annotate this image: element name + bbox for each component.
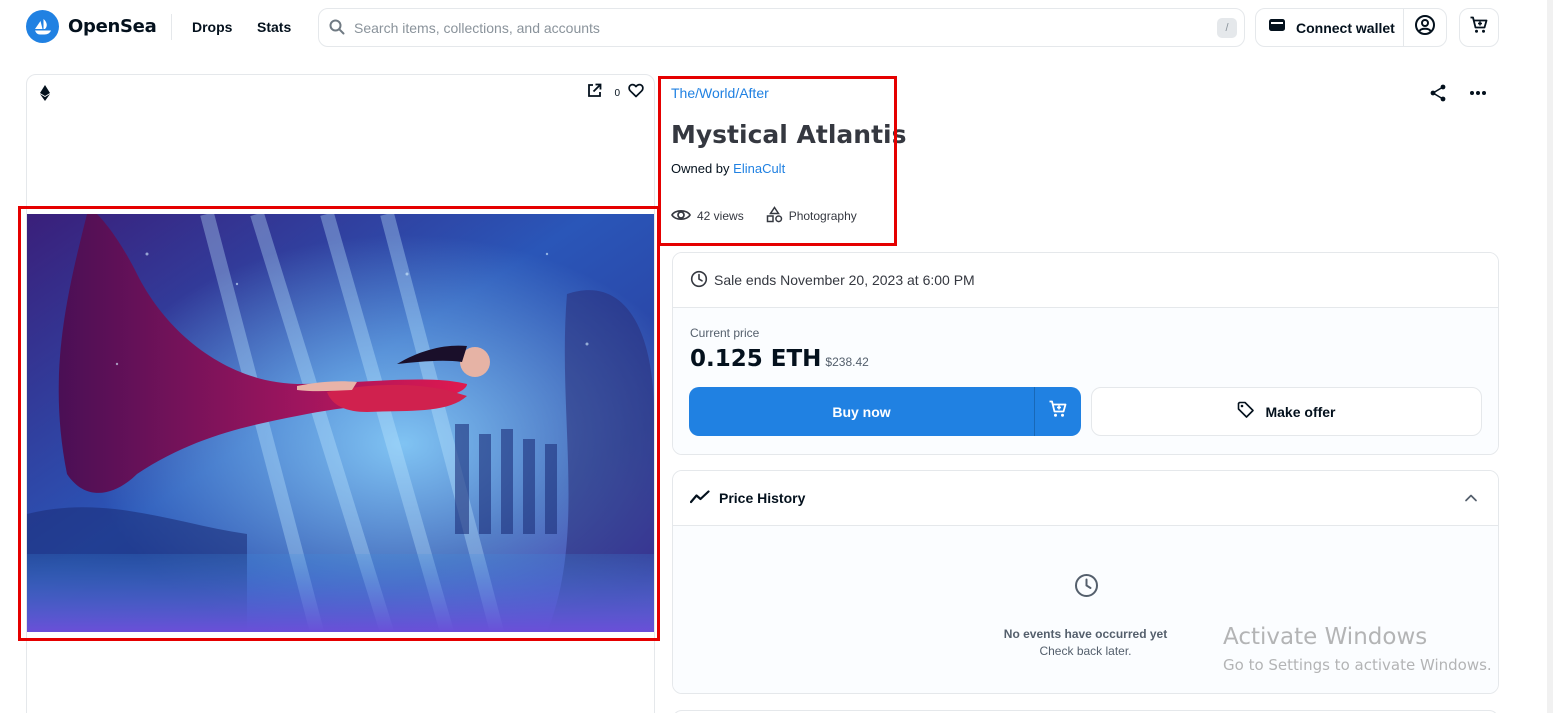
opensea-logo[interactable]: OpenSea bbox=[26, 10, 157, 43]
sale-end-text: Sale ends November 20, 2023 at 6:00 PM bbox=[714, 272, 975, 288]
price-history-header[interactable]: Price History bbox=[673, 471, 1498, 526]
favorites-count: 0 bbox=[614, 87, 620, 99]
shopping-cart-icon bbox=[1469, 15, 1489, 40]
tag-icon bbox=[1237, 401, 1255, 422]
make-offer-button[interactable]: Make offer bbox=[1091, 387, 1482, 436]
connect-wallet-button[interactable]: Connect wallet bbox=[1256, 9, 1404, 46]
price-usd: $238.42 bbox=[825, 355, 869, 369]
price-history-title: Price History bbox=[719, 490, 806, 506]
highlight-info-box bbox=[658, 76, 897, 246]
top-header: OpenSea Drops Stats / Connect wallet bbox=[0, 0, 1553, 56]
wallet-icon bbox=[1268, 17, 1286, 38]
search-icon bbox=[328, 18, 346, 41]
sale-end-row: Sale ends November 20, 2023 at 6:00 PM bbox=[673, 253, 1498, 308]
clock-icon bbox=[690, 270, 708, 291]
nav-stats[interactable]: Stats bbox=[257, 19, 291, 35]
page-scrollbar[interactable] bbox=[1547, 0, 1553, 713]
price-eth: 0.125 ETH bbox=[690, 346, 822, 372]
trend-line-icon bbox=[689, 489, 710, 507]
account-icon bbox=[1414, 14, 1436, 41]
cart-button[interactable] bbox=[1459, 8, 1499, 47]
price-row: 0.125 ETH $238.42 bbox=[690, 346, 869, 372]
watermark-subtitle: Go to Settings to activate Windows. bbox=[1223, 656, 1492, 674]
watermark-title: Activate Windows bbox=[1223, 624, 1428, 650]
chevron-up-icon[interactable] bbox=[1464, 491, 1478, 508]
buy-now-button[interactable]: Buy now bbox=[689, 387, 1034, 436]
nav-divider bbox=[171, 14, 172, 40]
search-input[interactable] bbox=[354, 9, 1204, 46]
sale-card: Sale ends November 20, 2023 at 6:00 PM C… bbox=[672, 252, 1499, 455]
opensea-logo-icon bbox=[26, 10, 59, 43]
add-to-cart-icon bbox=[1048, 399, 1068, 424]
buy-now-label: Buy now bbox=[832, 403, 891, 420]
price-section: Current price 0.125 ETH $238.42 Buy now M… bbox=[673, 308, 1498, 454]
search-shortcut-key: / bbox=[1217, 18, 1237, 38]
brand-name: OpenSea bbox=[68, 16, 157, 37]
current-price-label: Current price bbox=[690, 326, 760, 340]
account-button[interactable] bbox=[1404, 9, 1446, 46]
share-icon[interactable] bbox=[1428, 83, 1448, 108]
add-to-cart-button[interactable] bbox=[1034, 387, 1081, 436]
make-offer-label: Make offer bbox=[1265, 403, 1336, 420]
connect-wallet-label: Connect wallet bbox=[1296, 19, 1395, 36]
wallet-account-group: Connect wallet bbox=[1255, 8, 1447, 47]
heart-icon[interactable] bbox=[628, 83, 644, 103]
highlight-image-box bbox=[18, 206, 660, 641]
search-bar[interactable]: / bbox=[318, 8, 1245, 47]
empty-clock-icon bbox=[1074, 573, 1099, 603]
nav-drops[interactable]: Drops bbox=[192, 19, 232, 35]
media-actions: 0 bbox=[587, 83, 644, 103]
more-options-icon[interactable] bbox=[1468, 83, 1488, 108]
windows-activation-watermark: Activate Windows Go to Settings to activ… bbox=[1223, 624, 1492, 674]
open-external-icon[interactable] bbox=[587, 83, 602, 103]
ethereum-icon bbox=[40, 85, 50, 106]
